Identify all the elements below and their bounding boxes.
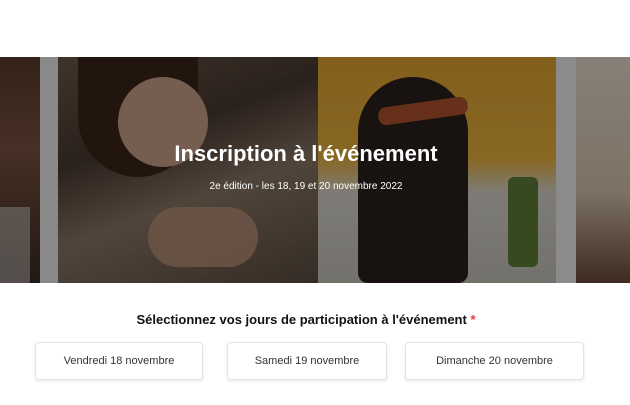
event-edition-dates: 2e édition - les 18, 19 et 20 novembre 2… xyxy=(209,181,403,192)
hero-dark-overlay xyxy=(0,57,630,283)
required-asterisk: * xyxy=(470,312,476,327)
hero-banner xyxy=(0,57,630,283)
days-section-title: Sélectionnez vos jours de participation … xyxy=(0,312,612,327)
days-section-title-text: Sélectionnez vos jours de participation … xyxy=(136,312,467,327)
page-title: Inscription à l'événement xyxy=(174,141,438,166)
day-option-saturday[interactable]: Samedi 19 novembre xyxy=(227,342,387,380)
day-option-sunday[interactable]: Dimanche 20 novembre xyxy=(405,342,584,380)
day-option-friday[interactable]: Vendredi 18 novembre xyxy=(35,342,203,380)
